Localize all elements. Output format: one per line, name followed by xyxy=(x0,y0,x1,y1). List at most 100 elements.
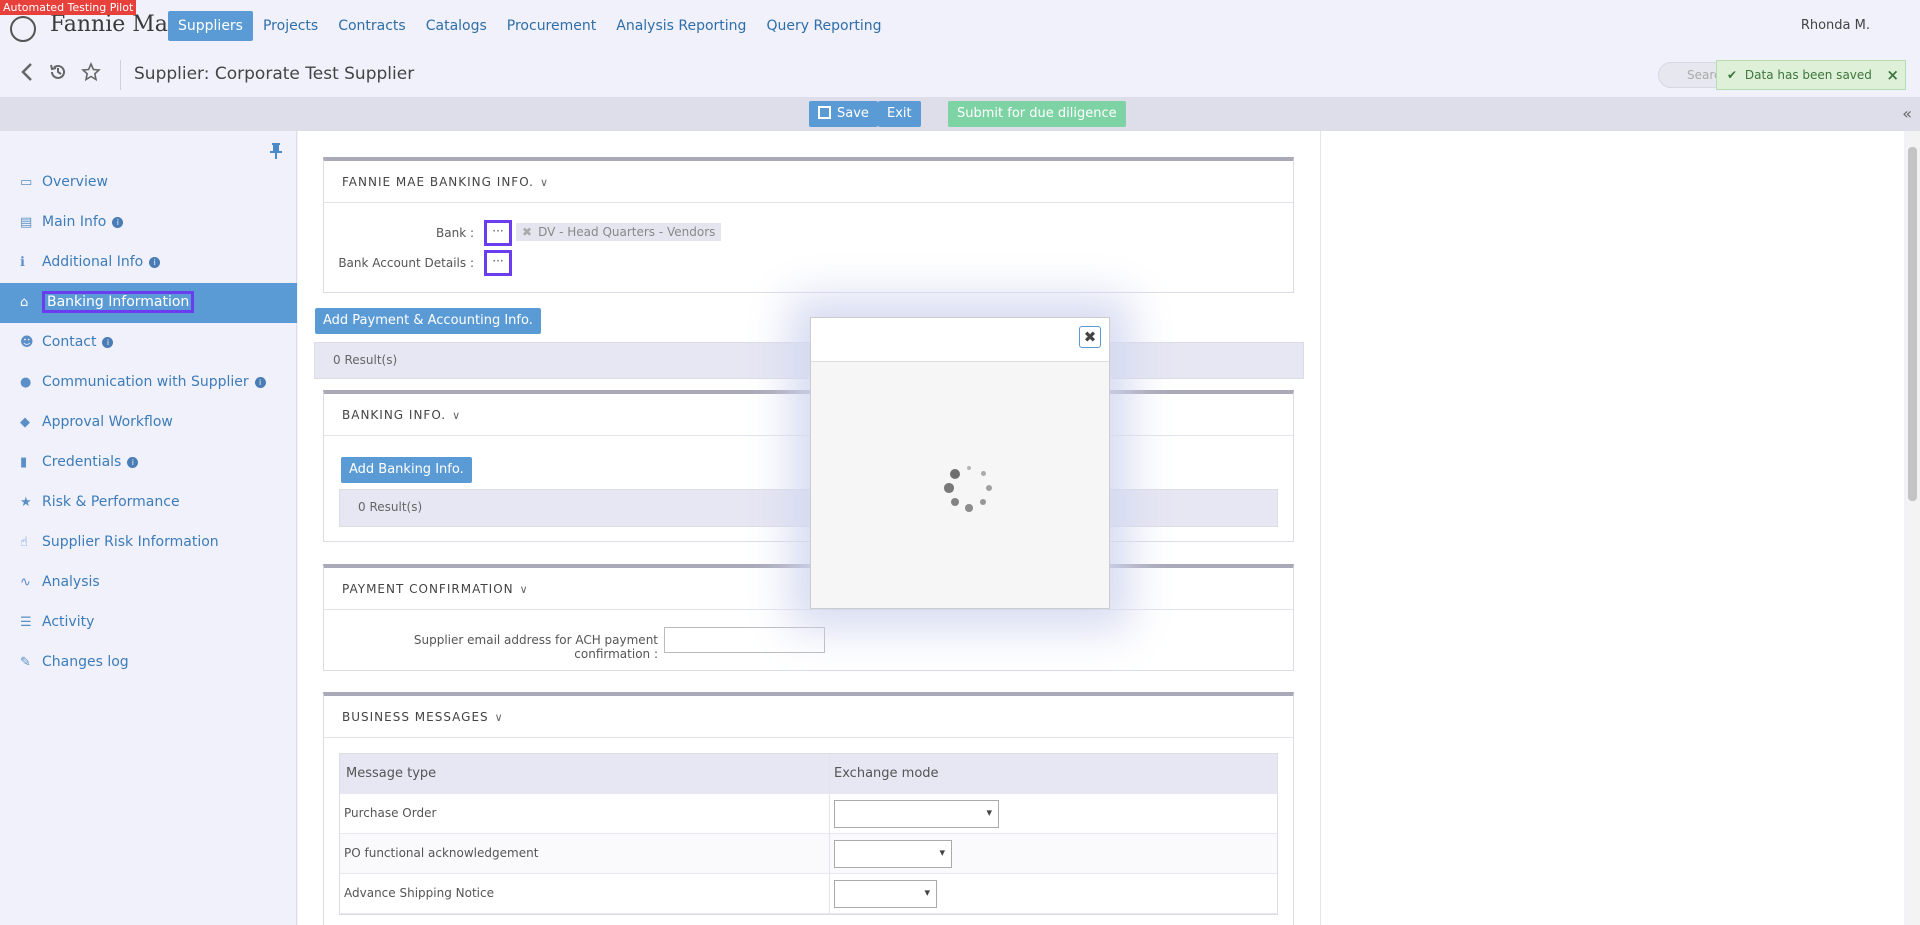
spinner-dot xyxy=(949,468,960,479)
banking-results: 0 Result(s) xyxy=(339,489,1278,527)
sidebar-item-label: Risk & Performance xyxy=(42,494,180,510)
sidebar-item-label: Credentials xyxy=(42,454,122,470)
info-icon[interactable]: i xyxy=(112,217,124,228)
fannie-mae-banking-panel: FANNIE MAE BANKING INFO. ∨ xyxy=(323,157,1294,293)
nav-suppliers[interactable]: Suppliers xyxy=(168,11,253,41)
column-header: Message type xyxy=(340,754,830,793)
toast-message: Data has been saved xyxy=(1744,68,1872,82)
binoculars-icon: ◆ xyxy=(20,415,30,430)
main-nav: Suppliers Projects Contracts Catalogs Pr… xyxy=(168,11,892,41)
nav-analysis-reporting[interactable]: Analysis Reporting xyxy=(606,11,756,41)
exit-button[interactable]: Exit xyxy=(878,101,921,127)
history-icon[interactable] xyxy=(48,62,68,85)
ach-email-field[interactable] xyxy=(664,627,825,653)
floppy-icon xyxy=(818,106,831,119)
sidebar-item-main-info[interactable]: ▤ Main Info i xyxy=(0,203,297,243)
sidebar-item-activity[interactable]: ☰ Activity xyxy=(0,603,297,643)
pin-icon[interactable] xyxy=(270,143,282,163)
sidebar-item-label: Main Info xyxy=(42,214,107,230)
exchange-mode-select[interactable] xyxy=(834,840,952,868)
nav-catalogs[interactable]: Catalogs xyxy=(416,11,497,41)
info-icon[interactable]: i xyxy=(127,457,139,468)
test-badge: Automated Testing Pilot xyxy=(0,0,137,15)
panel-header[interactable]: BANKING INFO. ∨ xyxy=(324,394,1293,436)
panel-header[interactable]: PAYMENT CONFIRMATION ∨ xyxy=(324,568,1293,610)
chevron-down-icon: ∨ xyxy=(519,583,529,596)
right-pane xyxy=(1320,131,1904,925)
info-icon[interactable]: i xyxy=(254,377,266,388)
sidebar-item-supplier-risk-information[interactable]: ☝ Supplier Risk Information xyxy=(0,523,297,563)
chevron-down-icon: ∨ xyxy=(494,711,504,724)
sidebar-item-banking-information[interactable]: ⌂ Banking Information xyxy=(0,283,297,323)
sidebar-item-changes-log[interactable]: ✎ Changes log xyxy=(0,643,297,683)
info-icon[interactable]: i xyxy=(102,337,114,348)
bank-label: Bank : xyxy=(436,226,474,240)
sidebar-item-label: Analysis xyxy=(42,574,100,590)
nav-query-reporting[interactable]: Query Reporting xyxy=(756,11,891,41)
line-chart-icon: ∿ xyxy=(20,575,31,590)
id-card-icon: ▤ xyxy=(20,215,33,230)
panel-header[interactable]: BUSINESS MESSAGES ∨ xyxy=(324,696,1293,738)
bank-account-lookup-button[interactable]: ··· xyxy=(484,250,512,276)
dialog-close-button[interactable]: ✖ xyxy=(1079,326,1101,348)
bank-tag: ✖ DV - Head Quarters - Vendors xyxy=(516,223,722,241)
edit-icon: ✎ xyxy=(20,655,31,670)
table-row: PO functional acknowledgement xyxy=(340,834,1277,874)
table-header: Message type Exchange mode xyxy=(340,754,1277,794)
spinner-dot xyxy=(986,485,992,491)
sidebar-item-contact[interactable]: ☻ Contact i xyxy=(0,323,297,363)
nav-procurement[interactable]: Procurement xyxy=(497,11,606,41)
chevron-down-icon: ∨ xyxy=(452,409,462,422)
info-icon: ℹ xyxy=(20,255,25,270)
sidebar-item-overview[interactable]: ▭ Overview xyxy=(0,163,297,203)
sidebar-item-label: Contact xyxy=(42,334,97,350)
sidebar-item-label: Approval Workflow xyxy=(42,414,173,430)
exchange-mode-select[interactable] xyxy=(834,800,999,828)
sidebar-item-label: Supplier Risk Information xyxy=(42,534,219,550)
check-icon: ✔ xyxy=(1727,68,1738,82)
user-menu[interactable]: Rhonda M. xyxy=(1801,18,1870,33)
table-row: Advance Shipping Notice xyxy=(340,874,1277,914)
fannie-mae-logo-icon xyxy=(10,16,36,42)
info-icon[interactable]: i xyxy=(149,257,161,268)
scrollbar-thumb[interactable] xyxy=(1908,147,1917,501)
spinner-dot xyxy=(979,498,987,506)
collapse-panel-icon[interactable]: « xyxy=(1902,104,1912,123)
sidebar-item-label: Overview xyxy=(42,174,108,190)
spinner-dot xyxy=(965,504,973,512)
page-title: Supplier: Corporate Test Supplier xyxy=(134,64,415,84)
remove-tag-icon[interactable]: ✖ xyxy=(522,225,532,239)
panel-header[interactable]: FANNIE MAE BANKING INFO. ∨ xyxy=(324,161,1293,203)
bank-lookup-button[interactable]: ··· xyxy=(484,220,512,246)
users-icon: ☻ xyxy=(20,335,34,350)
back-icon[interactable] xyxy=(20,62,34,85)
message-type-cell: Purchase Order xyxy=(340,794,830,833)
book-icon: ▮ xyxy=(20,455,28,470)
bank-account-label: Bank Account Details : xyxy=(338,256,474,270)
add-banking-info-button[interactable]: Add Banking Info. xyxy=(341,457,472,483)
toast-close-button[interactable]: × xyxy=(1886,66,1899,84)
nav-contracts[interactable]: Contracts xyxy=(328,11,416,41)
submit-due-diligence-button[interactable]: Submit for due diligence xyxy=(948,101,1126,127)
sidebar-item-communication-with-supplier[interactable]: ● Communication with Supplier i xyxy=(0,363,297,403)
bank-icon: ⌂ xyxy=(20,295,29,310)
top-navigation: Fannie Mae™ Suppliers Projects Contracts… xyxy=(0,0,1920,52)
exchange-mode-select[interactable] xyxy=(834,880,937,908)
scrollbar[interactable] xyxy=(1905,131,1920,925)
add-payment-accounting-button[interactable]: Add Payment & Accounting Info. xyxy=(315,308,541,334)
sidebar-item-analysis[interactable]: ∿ Analysis xyxy=(0,563,297,603)
sidebar-item-approval-workflow[interactable]: ◆ Approval Workflow xyxy=(0,403,297,443)
business-messages-table: Message type Exchange mode Purchase Orde… xyxy=(339,753,1278,915)
sidebar-item-risk-performance[interactable]: ★ Risk & Performance xyxy=(0,483,297,523)
sidebar-item-credentials[interactable]: ▮ Credentials i xyxy=(0,443,297,483)
star-icon[interactable] xyxy=(81,61,101,85)
sidebar-item-additional-info[interactable]: ℹ Additional Info i xyxy=(0,243,297,283)
save-button[interactable]: Save xyxy=(809,101,878,127)
spinner-dot xyxy=(980,471,986,477)
divider xyxy=(120,60,121,90)
list-icon: ☰ xyxy=(20,615,32,630)
dialog-header: ✖ xyxy=(811,318,1109,362)
spinner-dot xyxy=(950,497,960,507)
table-row: Purchase Order xyxy=(340,794,1277,834)
nav-projects[interactable]: Projects xyxy=(253,11,328,41)
